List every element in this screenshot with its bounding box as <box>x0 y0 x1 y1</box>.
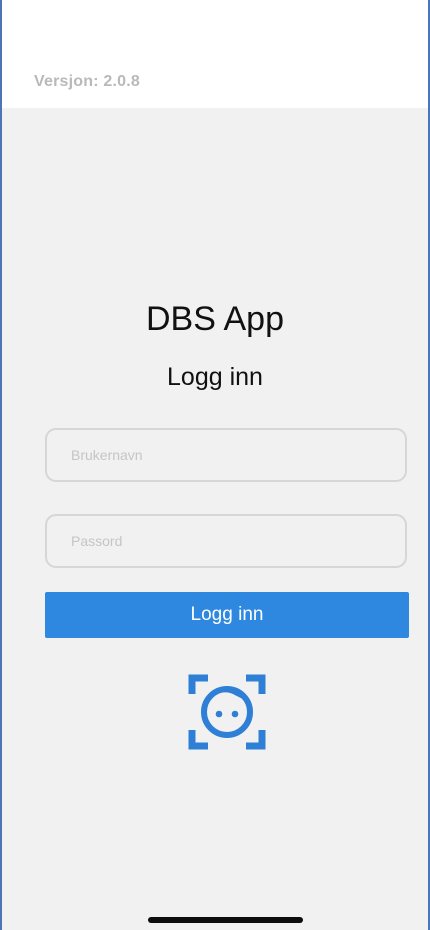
face-id-icon <box>188 674 266 750</box>
username-input[interactable] <box>45 428 407 482</box>
app-title: DBS App <box>146 300 284 338</box>
home-indicator <box>148 917 303 923</box>
login-screen: Versjon: 2.0.8 DBS App Logg inn Logg inn <box>0 0 430 930</box>
login-heading: Logg inn <box>167 363 263 391</box>
version-label: Versjon: 2.0.8 <box>34 73 140 90</box>
top-bar: Versjon: 2.0.8 <box>2 0 428 108</box>
login-button[interactable]: Logg inn <box>45 592 409 638</box>
face-id-button[interactable] <box>188 674 266 750</box>
password-input[interactable] <box>45 514 407 568</box>
